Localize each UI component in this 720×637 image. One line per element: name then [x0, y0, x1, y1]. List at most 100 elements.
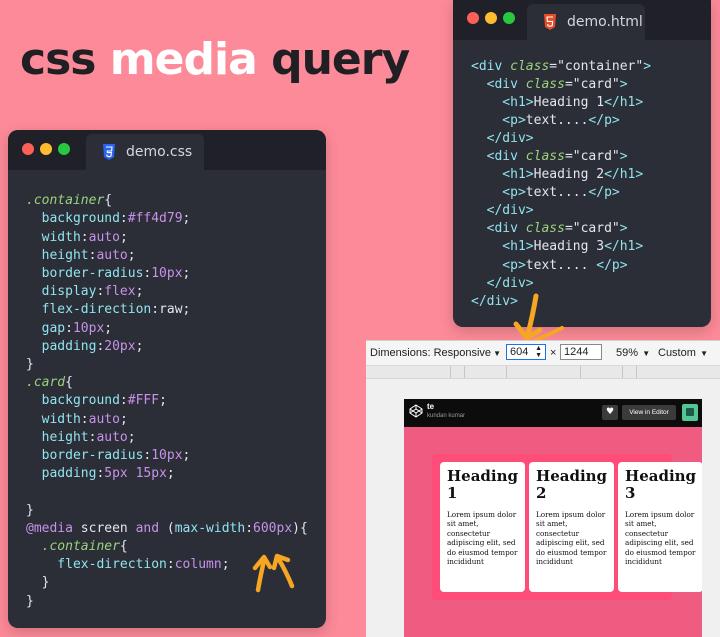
device-toolbar: Dimensions: Responsive ▼ 604 ▲ ▼ × 1244 59…: [366, 341, 720, 366]
zoom-dropdown[interactable]: 59% ▼: [616, 346, 650, 361]
tab-label: demo.html: [567, 14, 643, 30]
code-token: >: [619, 149, 628, 165]
code-line: height:auto;: [26, 429, 308, 447]
code-line: </div>: [471, 130, 651, 148]
code-token: class: [525, 221, 565, 237]
code-token: ){: [292, 520, 308, 536]
maximize-window-button[interactable]: [503, 12, 515, 24]
code-token: auto: [88, 411, 120, 427]
code-token: ="card": [564, 149, 620, 165]
code-token: :: [119, 211, 128, 227]
code-token: class: [510, 59, 550, 74]
code-token: </p>: [596, 257, 628, 273]
code-token: 10px: [151, 448, 183, 464]
code-token: ;: [182, 448, 191, 464]
minimize-window-button[interactable]: [485, 12, 497, 24]
code-token: >: [643, 59, 652, 74]
code-token: border-radius: [26, 266, 144, 282]
html-editor-titlebar: demo.html: [453, 0, 711, 40]
code-line: }: [26, 356, 308, 374]
height-input[interactable]: 1244: [560, 344, 602, 360]
code-token: }: [26, 502, 34, 518]
demo-card: Heading 2 Lorem ipsum dolor sit amet, co…: [529, 462, 615, 592]
code-token: :: [80, 411, 89, 427]
code-line: .card{: [26, 374, 308, 392]
code-token: >: [619, 221, 628, 237]
code-token: padding: [26, 338, 97, 354]
code-token: :: [65, 320, 73, 336]
throttle-dropdown[interactable]: Custom ▼: [658, 346, 708, 361]
code-token: }: [26, 357, 34, 373]
title-word-css: css: [20, 34, 96, 85]
code-token: column: [174, 557, 222, 573]
maximize-window-button[interactable]: [58, 143, 70, 155]
minimize-window-button[interactable]: [40, 143, 52, 155]
card-heading: Heading 3: [625, 467, 697, 502]
code-token: <div: [471, 59, 511, 74]
tab-demo-css[interactable]: demo.css: [86, 134, 204, 170]
code-token: </div>: [471, 275, 534, 291]
code-line: <p>text.... </p>: [471, 257, 651, 275]
width-value: 604: [510, 346, 529, 358]
page-title: css media query: [20, 30, 410, 90]
code-token: :: [245, 520, 254, 536]
close-window-button[interactable]: [22, 143, 34, 155]
stepper-icon[interactable]: ▲ ▼: [535, 345, 542, 359]
code-token: {: [119, 539, 128, 555]
css3-file-icon: [102, 144, 116, 160]
title-word-media: media: [109, 34, 258, 85]
html-code-block[interactable]: <div class="container"> <div class="card…: [471, 58, 651, 311]
code-token: </div>: [471, 131, 534, 147]
code-token: :: [151, 302, 160, 318]
width-input[interactable]: 604 ▲ ▼: [506, 344, 546, 360]
code-token: <p>: [471, 113, 526, 129]
code-token: ;: [135, 284, 144, 300]
height-value: 1244: [564, 346, 589, 358]
code-token: ;: [221, 557, 230, 573]
code-token: background: [26, 393, 120, 409]
code-line: <p>text....</p>: [471, 184, 651, 202]
code-token: 600px: [253, 520, 293, 536]
code-token: <h1>: [471, 95, 534, 111]
code-token: :: [166, 557, 175, 573]
dimensions-dropdown[interactable]: Dimensions: Responsive ▼: [370, 346, 501, 361]
code-token: :: [119, 393, 128, 409]
code-line: <div class="card">: [471, 148, 651, 166]
code-token: Heading 3: [533, 239, 605, 255]
dropdown-caret-icon: ▼: [697, 349, 709, 358]
heart-icon[interactable]: ♥: [602, 405, 618, 420]
throttle-value: Custom: [658, 347, 696, 359]
code-token: <h1>: [471, 167, 534, 183]
responsive-preview-panel: Dimensions: Responsive ▼ 604 ▲ ▼ × 1244 59…: [366, 340, 720, 637]
code-line: <h1>Heading 2</h1>: [471, 166, 651, 184]
code-line: padding:20px;: [26, 338, 308, 356]
html-editor-window: demo.html <div class="container"> <div c…: [453, 0, 711, 327]
tab-demo-html[interactable]: demo.html: [527, 4, 645, 40]
dropdown-caret-icon: ▼: [640, 349, 651, 358]
code-token: </h1>: [604, 95, 644, 111]
code-token: <div: [471, 149, 526, 165]
code-token: ;: [119, 411, 128, 427]
code-token: <div: [471, 77, 526, 93]
view-in-editor-button[interactable]: View in Editor: [622, 405, 676, 420]
media-query-ruler[interactable]: [366, 366, 720, 379]
code-token: 20px: [104, 338, 136, 354]
code-line: }: [26, 502, 308, 520]
code-line: display:flex;: [26, 283, 308, 301]
code-token: ;: [182, 266, 191, 282]
code-token: (: [159, 520, 175, 536]
code-token: ;: [127, 247, 136, 263]
avatar[interactable]: [682, 404, 698, 421]
device-viewport: te kundan kumar ♥ View in Editor Heading…: [366, 379, 720, 637]
code-line: border-radius:10px;: [26, 447, 308, 465]
code-line: @media screen and (max-width:600px){: [26, 520, 308, 538]
code-token: .card: [26, 375, 66, 391]
pen-author: kundan kumar: [427, 413, 466, 419]
close-window-button[interactable]: [467, 12, 479, 24]
code-line: background:#FFF;: [26, 392, 308, 410]
css-code-block[interactable]: .container{ background:#ff4d79; width:au…: [26, 174, 308, 611]
code-token: }: [26, 593, 34, 609]
demo-container: Heading 1 Lorem ipsum dolor sit amet, co…: [432, 454, 702, 600]
code-token: Heading 1: [533, 95, 605, 111]
